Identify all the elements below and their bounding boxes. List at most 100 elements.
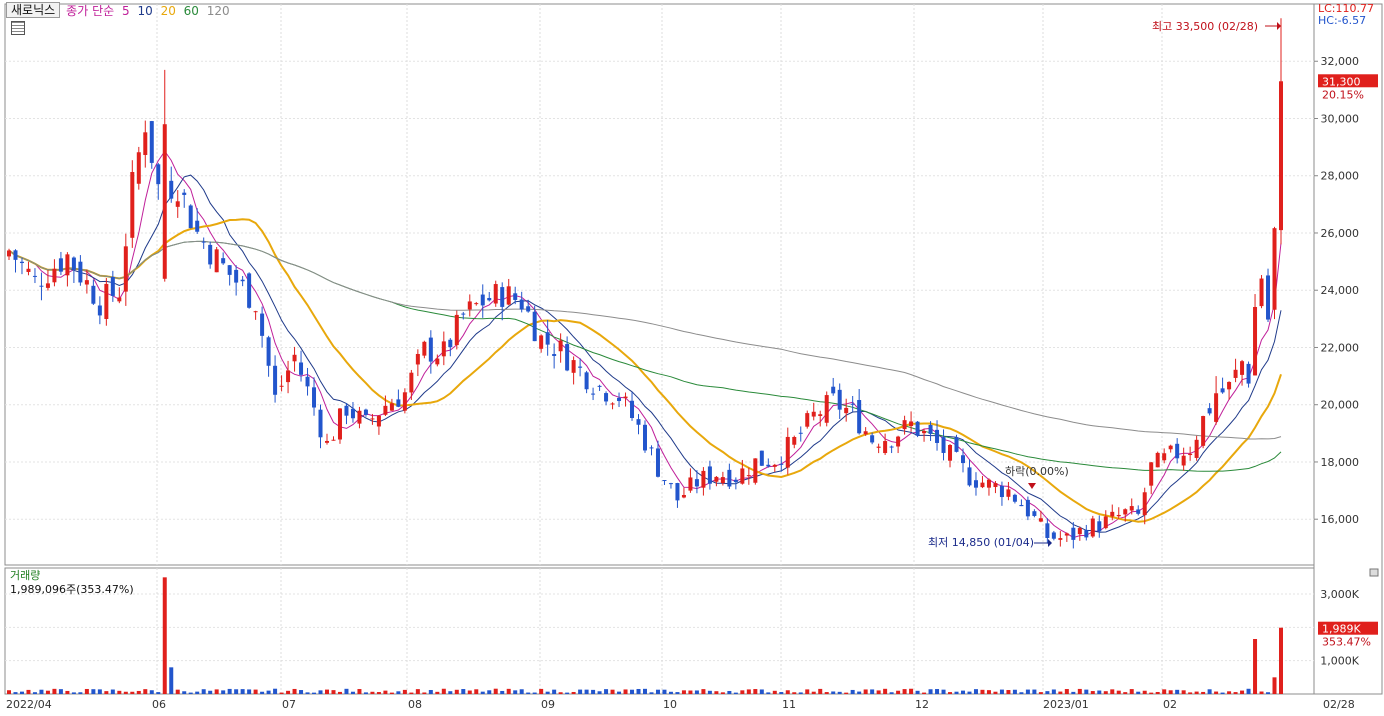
volume-bar <box>52 688 57 694</box>
candle-body <box>221 258 226 264</box>
volume-bar <box>39 689 44 694</box>
candle-body <box>558 340 563 352</box>
volume-bar <box>967 691 972 694</box>
volume-bar <box>643 688 647 694</box>
candle-body <box>714 476 719 482</box>
volume-bar <box>720 692 725 694</box>
volume-bar <box>915 690 920 694</box>
candle-body <box>824 395 829 423</box>
candle-body <box>1162 453 1167 461</box>
volume-bar <box>162 577 167 694</box>
volume-bar <box>811 691 816 694</box>
x-tick-label: 12 <box>915 698 929 711</box>
volume-bar <box>383 690 388 694</box>
candle-body <box>487 297 492 301</box>
candle-body <box>727 469 732 487</box>
candle-body <box>707 466 712 484</box>
volume-bar <box>584 689 589 694</box>
candle-body <box>870 435 875 443</box>
volume-bar <box>604 689 609 694</box>
price-panel <box>4 3 1315 566</box>
volume-bar <box>1246 688 1251 694</box>
candle-body <box>662 480 667 482</box>
candle-body <box>792 436 797 445</box>
current-change-label: 20.15% <box>1322 88 1364 101</box>
candle-body <box>402 392 407 411</box>
candle-body <box>584 372 589 390</box>
volume-bar <box>169 667 174 694</box>
candle-body <box>266 337 271 366</box>
candle-body <box>850 403 855 405</box>
volume-bar <box>331 690 336 694</box>
volume-bar <box>19 691 24 694</box>
x-tick-label: 08 <box>408 698 422 711</box>
volume-bar <box>363 692 368 694</box>
volume-bar <box>980 689 985 694</box>
volume-bar <box>376 692 381 694</box>
calculator-icon[interactable] <box>11 21 25 35</box>
candle-body <box>350 408 355 419</box>
candle-body <box>941 437 946 453</box>
candle-body <box>649 447 654 449</box>
volume-bar <box>837 691 842 694</box>
volume-bar <box>480 691 485 694</box>
volume-bar <box>688 690 693 694</box>
volume-bar <box>1103 691 1108 694</box>
candle-body <box>149 121 154 163</box>
volume-bar <box>1181 690 1186 694</box>
volume-bar <box>662 689 667 694</box>
stock-name-label[interactable]: 새로닉스 <box>6 2 61 18</box>
candle-body <box>844 407 849 414</box>
candle-body <box>175 201 180 207</box>
candle-body <box>980 482 985 488</box>
y-tick-label: 28,000 <box>1321 170 1360 183</box>
candle-body <box>260 313 265 336</box>
candle-body <box>1129 506 1134 511</box>
candle-body <box>922 430 927 434</box>
volume-bar <box>701 689 706 694</box>
candle-body <box>1240 361 1245 375</box>
volume-bar <box>1097 690 1102 694</box>
candle-body <box>798 432 803 434</box>
candle-body <box>19 261 24 264</box>
candle-body <box>948 445 953 461</box>
volume-bar <box>389 692 394 694</box>
candle-body <box>578 366 583 368</box>
volume-bar <box>766 692 771 694</box>
volume-bar <box>1058 691 1063 694</box>
volume-tick-label: 1,000K <box>1320 655 1359 668</box>
x-tick-label: 02 <box>1163 698 1177 711</box>
candle-body <box>45 283 50 288</box>
volume-bar <box>123 691 128 694</box>
candle-body <box>1103 516 1108 529</box>
candle-body <box>805 413 810 427</box>
y-tick-label: 26,000 <box>1321 227 1360 240</box>
volume-bar <box>195 691 200 694</box>
candle-body <box>720 477 725 484</box>
volume-bar <box>279 692 284 694</box>
stock-chart[interactable]: 16,000 18,000 20,000 22,000 24,000 26,000 28,0… <box>0 0 1384 716</box>
high-annotation: 최고 33,500 (02/28) <box>1152 20 1258 33</box>
candle-body <box>1272 228 1277 310</box>
low-annotation: 최저 14,850 (01/04) <box>928 536 1034 549</box>
volume-bar <box>565 692 570 694</box>
volume-bar <box>1116 690 1121 694</box>
y-tick-label: 30,000 <box>1321 112 1360 125</box>
y-tick-label: 22,000 <box>1321 341 1360 354</box>
candle-body <box>896 436 901 447</box>
candle-body <box>902 420 907 430</box>
candle-body <box>630 400 635 419</box>
candle-body <box>318 409 323 438</box>
candle-body <box>1214 393 1219 422</box>
volume-bar <box>91 689 96 694</box>
y-tick-label: 18,000 <box>1321 456 1360 469</box>
volume-bar <box>247 689 252 694</box>
candle-body <box>766 464 771 467</box>
candle-body <box>1090 518 1095 537</box>
volume-bar <box>532 692 537 694</box>
volume-bar <box>350 691 355 694</box>
candle-body <box>1175 443 1180 459</box>
x-tick-label: 2023/01 <box>1043 698 1089 711</box>
volume-bar <box>824 692 829 694</box>
candle-body <box>1064 533 1069 536</box>
